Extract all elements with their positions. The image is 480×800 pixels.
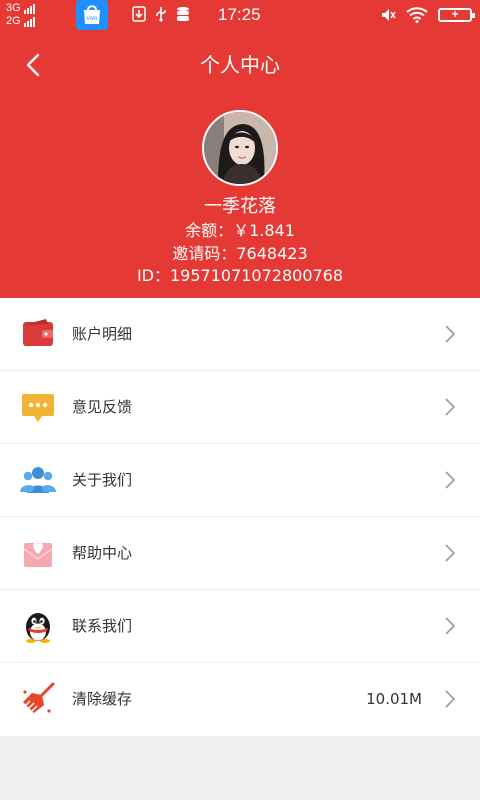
broom-icon (23, 682, 55, 713)
chevron-right-icon (445, 398, 456, 416)
chevron-right-icon (445, 617, 456, 635)
group-icon (20, 467, 56, 493)
user-photo (204, 112, 276, 184)
download-icon (132, 6, 146, 22)
usb-icon (156, 7, 166, 22)
storage-icon (177, 7, 189, 21)
menu-item-about-us[interactable]: 关于我们 (0, 444, 480, 517)
user-id-text: ID：19571071072800768 (136, 266, 344, 285)
signal-icon (23, 3, 35, 14)
wallet-icon (23, 319, 53, 346)
svg-text:vivo: vivo (87, 16, 98, 22)
battery-icon: + (438, 7, 475, 22)
network-type-bottom: 2G (6, 15, 21, 27)
balance-text: 余额：￥1.841 (185, 221, 295, 240)
network-indicator: 3G 2G (6, 2, 35, 28)
chevron-right-icon (445, 544, 456, 562)
invite-code-text: 邀请码：7648423 (172, 244, 308, 263)
cache-size: 10.01M (366, 690, 422, 708)
page-title: 个人中心 (200, 53, 280, 77)
network-type-top: 3G (6, 2, 21, 14)
menu-item-clear-cache[interactable]: 清除缓存 10.01M (0, 663, 480, 736)
menu-item-label: 意见反馈 (72, 398, 133, 416)
menu-list: 账户明细 意见反馈 关于我们 帮助中心 联系我们 清除缓存 10.01M (0, 298, 480, 736)
header: 3G 2G vivo 17:25 + 个人中心 一季花落 余额：￥1.841 邀… (0, 0, 480, 298)
mute-icon (382, 9, 396, 21)
help-envelope-icon (23, 543, 53, 567)
chevron-right-icon (445, 471, 456, 489)
menu-item-feedback[interactable]: 意见反馈 (0, 371, 480, 444)
signal-icon (23, 16, 35, 27)
wifi-icon (406, 7, 428, 23)
nickname: 一季花落 (204, 196, 276, 217)
chevron-right-icon (445, 690, 456, 708)
status-bar: 3G 2G vivo 17:25 + (0, 0, 480, 32)
menu-item-label: 帮助中心 (72, 544, 133, 562)
avatar[interactable] (202, 110, 278, 186)
menu-item-label: 账户明细 (72, 325, 133, 343)
clock: 17:25 (218, 5, 261, 24)
feedback-icon (22, 394, 54, 422)
menu-item-account-details[interactable]: 账户明细 (0, 298, 480, 371)
menu-item-contact-us[interactable]: 联系我们 (0, 590, 480, 663)
chevron-right-icon (445, 325, 456, 343)
menu-item-label: 关于我们 (72, 471, 133, 489)
qq-penguin-icon (26, 613, 50, 643)
menu-item-help-center[interactable]: 帮助中心 (0, 517, 480, 590)
menu-item-label: 联系我们 (72, 617, 133, 635)
app-store-icon: vivo (76, 0, 108, 30)
menu-item-label: 清除缓存 (72, 690, 133, 708)
